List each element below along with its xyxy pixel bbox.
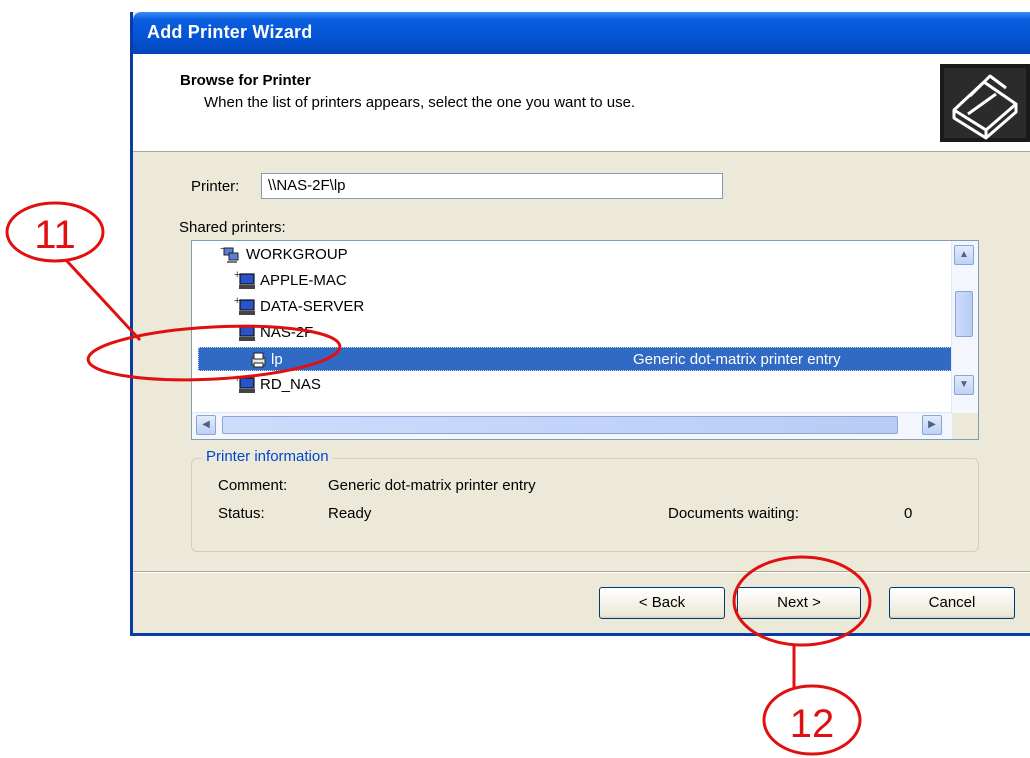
title-bar[interactable]: Add Printer Wizard — [133, 12, 1030, 54]
next-button[interactable]: Next > — [737, 587, 861, 619]
tree-item-label: lp — [271, 351, 283, 368]
scroll-left-icon[interactable]: ◀ — [196, 415, 216, 435]
printer-icon — [251, 352, 266, 368]
window-title: Add Printer Wizard — [147, 22, 313, 42]
tree-item-rd-nas[interactable]: + RD_NAS — [192, 373, 952, 397]
add-printer-wizard-window: Add Printer Wizard Browse for Printer Wh… — [130, 12, 1030, 636]
shared-printers-tree[interactable]: − WORKGROUP + APPLE-MAC + DATA-SERVER − … — [191, 240, 979, 440]
cancel-button[interactable]: Cancel — [889, 587, 1015, 619]
scrollbar-corner — [952, 413, 978, 439]
status-value: Ready — [328, 505, 372, 522]
tree-item-label: DATA-SERVER — [260, 298, 365, 315]
back-button[interactable]: < Back — [599, 587, 725, 619]
computer-icon — [239, 377, 255, 393]
comment-value: Generic dot-matrix printer entry — [328, 477, 536, 494]
printer-information-legend: Printer information — [202, 448, 333, 465]
step-11-number: 11 — [34, 213, 76, 257]
tree-item-nas-2f[interactable]: − NAS-2F — [192, 321, 952, 345]
page-subtitle: When the list of printers appears, selec… — [204, 94, 636, 111]
step-12-number: 12 — [790, 702, 835, 746]
printer-wizard-icon — [940, 64, 1030, 142]
tree-item-comment: Generic dot-matrix printer entry — [633, 351, 841, 368]
comment-label: Comment: — [218, 477, 288, 494]
horizontal-scroll-thumb[interactable] — [222, 416, 898, 434]
step-11-leader-line — [64, 258, 142, 342]
status-label: Status: — [218, 505, 265, 522]
tree-item-label: WORKGROUP — [246, 246, 348, 263]
documents-waiting-label: Documents waiting: — [668, 505, 799, 522]
computer-icon — [239, 273, 255, 289]
wizard-header: Browse for Printer When the list of prin… — [133, 54, 1030, 152]
tree-item-label: APPLE-MAC — [260, 272, 347, 289]
printer-path-input[interactable]: \\NAS-2F\lp — [261, 173, 723, 199]
tree-item-label: NAS-2F — [260, 324, 314, 341]
tree-item-label: RD_NAS — [260, 376, 321, 393]
tree-item-data-server[interactable]: + DATA-SERVER — [192, 295, 952, 319]
horizontal-scrollbar[interactable]: ◀ ▶ — [192, 412, 952, 439]
tree-item-workgroup[interactable]: − WORKGROUP — [192, 243, 952, 267]
documents-waiting-value: 0 — [904, 505, 913, 522]
computer-icon — [239, 325, 255, 341]
page-title: Browse for Printer — [180, 72, 311, 89]
step-12-circle — [762, 684, 862, 756]
printer-label: Printer: — [191, 178, 240, 195]
vertical-scrollbar[interactable]: ▲ ▼ — [951, 241, 978, 413]
tree-item-apple-mac[interactable]: + APPLE-MAC — [192, 269, 952, 293]
scroll-right-icon[interactable]: ▶ — [922, 415, 942, 435]
scroll-up-icon[interactable]: ▲ — [954, 245, 974, 265]
tree-item-lp[interactable]: lp Generic dot-matrix printer entry — [198, 347, 952, 371]
shared-printers-label: Shared printers: — [179, 219, 286, 236]
footer-separator — [133, 571, 1030, 573]
step-11-circle — [5, 201, 105, 263]
vertical-scroll-thumb[interactable] — [955, 291, 973, 337]
computer-icon — [239, 299, 255, 315]
printer-information-group: Printer information Comment: Generic dot… — [191, 448, 979, 552]
workgroup-icon — [223, 247, 239, 263]
scroll-down-icon[interactable]: ▼ — [954, 375, 974, 395]
